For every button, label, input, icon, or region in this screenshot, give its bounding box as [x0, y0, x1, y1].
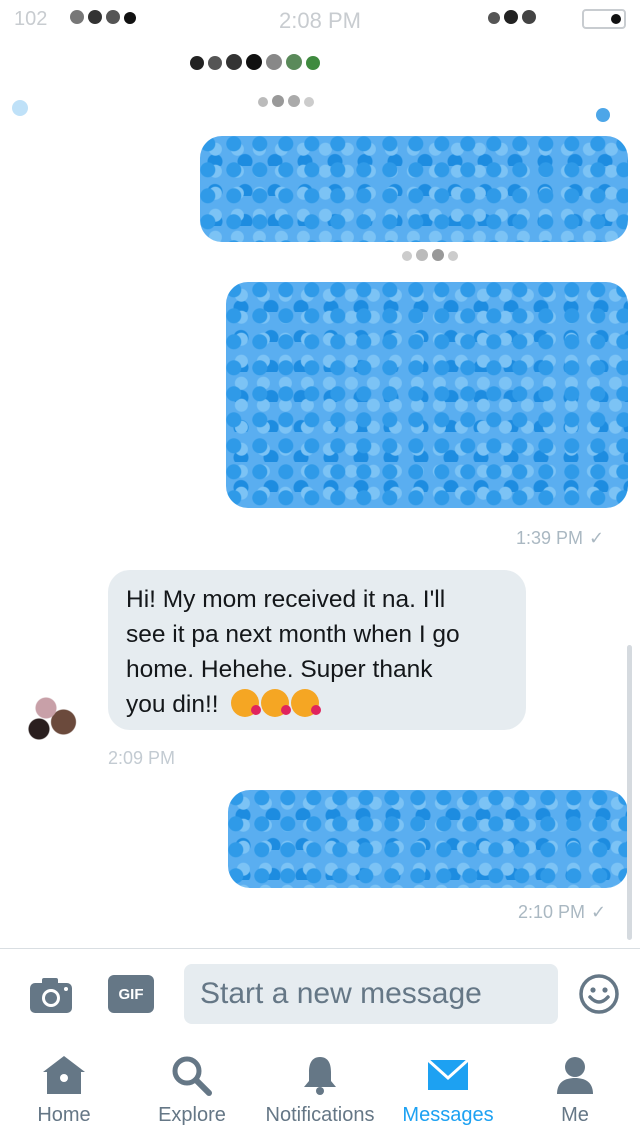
incoming-timestamp: 2:09 PM — [108, 748, 176, 768]
read-check-icon: ✓ — [591, 902, 607, 922]
outgoing-message-2[interactable] — [226, 282, 628, 508]
envelope-icon — [426, 1058, 470, 1090]
status-bar: 102 2:08 PM — [0, 0, 640, 40]
emoji-button[interactable] — [578, 973, 620, 1015]
blurred-timestamp — [402, 248, 462, 266]
tab-me[interactable]: Me — [540, 1038, 610, 1136]
outgoing-message-1[interactable] — [200, 136, 628, 242]
tab-label: Home — [37, 1104, 91, 1126]
camera-icon — [30, 978, 72, 1013]
tab-bar: Home Explore Notifications Messages Me — [0, 1038, 640, 1136]
search-icon — [172, 1056, 212, 1096]
message-line-with-emoji: you din!! — [126, 687, 508, 722]
kiss-emoji-icon — [291, 689, 322, 717]
scrollbar[interactable] — [627, 645, 632, 940]
back-icon[interactable] — [12, 100, 28, 116]
message-list[interactable]: 1:39 PM ✓ Hi! My mom received it na. I'll… — [0, 120, 640, 948]
tab-label: Me — [561, 1104, 589, 1126]
person-icon — [557, 1057, 593, 1094]
tab-label: Messages — [402, 1104, 494, 1126]
message-line-text: you din!! — [126, 691, 219, 718]
tab-label: Notifications — [265, 1104, 375, 1126]
home-icon — [43, 1056, 85, 1094]
tab-explore[interactable]: Explore — [146, 1038, 238, 1136]
status-time: 2:08 PM — [279, 8, 361, 33]
status-icons — [488, 10, 540, 29]
message-timestamp: 1:39 PM ✓ — [516, 528, 605, 548]
incoming-message[interactable]: Hi! My mom received it na. I'll see it p… — [108, 570, 526, 730]
participant-avatars — [190, 54, 324, 75]
message-line: home. Hehehe. Super thank — [126, 656, 433, 683]
battery-icon — [582, 9, 626, 29]
smiley-icon — [579, 974, 619, 1014]
participant-status — [258, 94, 318, 112]
tab-home[interactable]: Home — [20, 1038, 108, 1136]
message-timestamp: 2:10 PM ✓ — [518, 902, 607, 922]
kiss-emoji-icon — [261, 689, 292, 717]
camera-button[interactable] — [28, 975, 74, 1015]
conversation-header — [0, 40, 640, 122]
tab-messages[interactable]: Messages — [398, 1038, 498, 1136]
message-input[interactable] — [184, 964, 558, 1024]
tab-notifications[interactable]: Notifications — [258, 1038, 382, 1136]
bell-icon — [304, 1057, 336, 1095]
outgoing-message-3[interactable] — [228, 790, 628, 888]
gif-button[interactable]: GIF — [108, 975, 154, 1013]
read-check-icon: ✓ — [589, 528, 605, 548]
message-line: Hi! My mom received it na. I'll — [126, 586, 446, 613]
tab-label: Explore — [158, 1104, 226, 1126]
message-line: see it pa next month when I go — [126, 621, 460, 648]
kiss-emoji-icon — [231, 689, 262, 717]
message-composer: GIF — [0, 948, 640, 1038]
sender-avatar[interactable] — [18, 680, 88, 750]
